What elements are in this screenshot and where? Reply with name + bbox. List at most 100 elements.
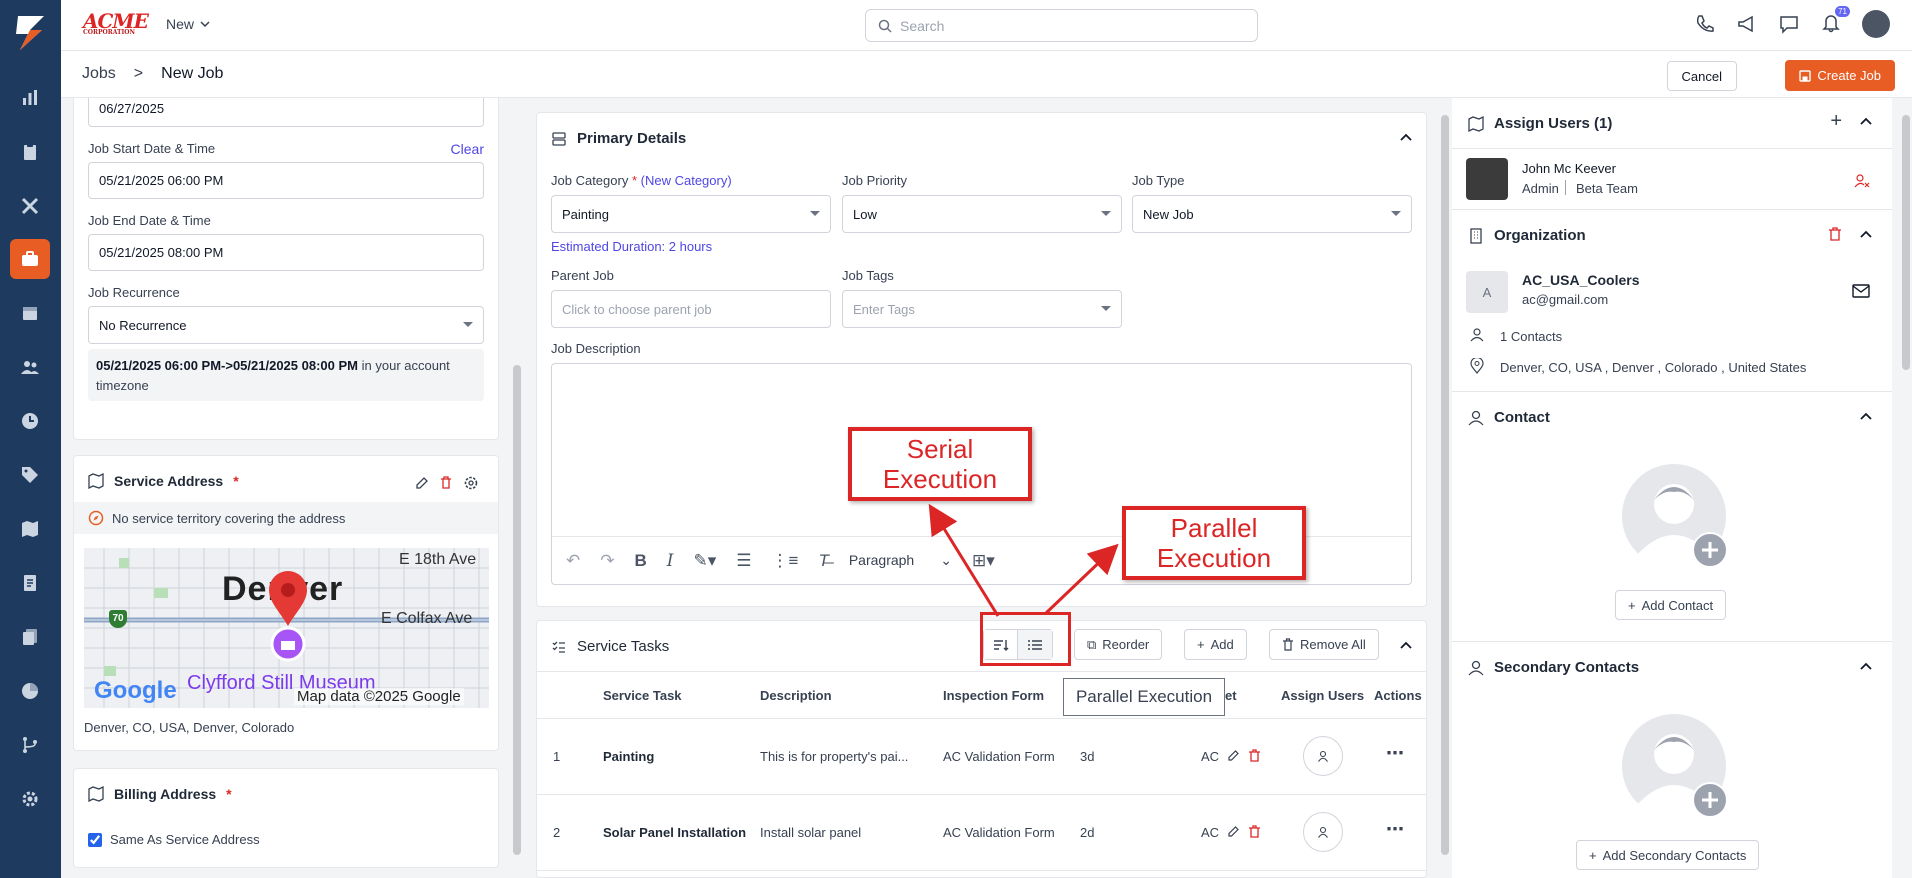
calendar-icon[interactable] xyxy=(10,293,50,333)
table-row[interactable]: 1 Painting This is for property's pai...… xyxy=(537,719,1426,795)
clear-link[interactable]: Clear xyxy=(451,141,484,157)
remove-user-icon[interactable] xyxy=(1854,173,1870,189)
settings-gear-icon[interactable] xyxy=(463,475,479,491)
add-user-plus-icon[interactable]: + xyxy=(1830,110,1842,133)
parallel-execution-annotation: Parallel Execution xyxy=(1122,506,1306,580)
user-icon xyxy=(1318,826,1328,838)
org-email: ac@gmail.com xyxy=(1522,292,1609,307)
users-icon[interactable] xyxy=(10,347,50,387)
edit-pencil-icon[interactable] xyxy=(1227,749,1240,762)
service-address-title: Service Address xyxy=(114,473,224,489)
reorder-button[interactable]: ⧉ Reorder xyxy=(1074,629,1163,660)
tag-icon[interactable] xyxy=(10,455,50,495)
job-description-label: Job Description xyxy=(551,341,641,356)
bullet-list-icon[interactable]: ☰ xyxy=(736,551,751,571)
date-field[interactable]: 06/27/2025 xyxy=(88,98,484,127)
parent-job-field[interactable]: Click to choose parent job xyxy=(551,290,831,328)
start-date-field[interactable]: 05/21/2025 06:00 PM xyxy=(88,162,484,199)
chevron-down-icon xyxy=(1101,306,1111,311)
numbered-list-icon[interactable]: ⋮≡ xyxy=(772,551,799,571)
chevron-up-icon[interactable] xyxy=(1400,641,1412,649)
settings-gear-icon[interactable] xyxy=(10,779,50,819)
clear-format-icon[interactable]: T̶ xyxy=(818,551,828,571)
notifications-button[interactable]: 71 xyxy=(1820,5,1850,37)
paragraph-select[interactable]: Paragraph ⌄ xyxy=(849,552,952,569)
assigned-user-row: John Mc Keever Admin Beta Team xyxy=(1452,149,1892,210)
chevron-up-icon[interactable] xyxy=(1860,230,1872,238)
middle-scrollbar[interactable] xyxy=(1441,115,1449,855)
pie-chart-icon[interactable] xyxy=(10,671,50,711)
map-icon[interactable] xyxy=(10,509,50,549)
recurrence-select[interactable]: No Recurrence xyxy=(88,306,484,344)
cancel-button[interactable]: Cancel xyxy=(1666,61,1737,91)
add-contact-button[interactable]: + Add Contact xyxy=(1615,590,1727,620)
left-scrollbar[interactable] xyxy=(513,365,521,855)
italic-icon[interactable]: I xyxy=(667,551,674,571)
job-priority-select[interactable]: Low xyxy=(842,195,1122,233)
clock-icon[interactable] xyxy=(10,401,50,441)
mail-icon[interactable] xyxy=(1852,284,1870,298)
timezone-note: 05/21/2025 06:00 PM->05/21/2025 08:00 PM… xyxy=(88,349,484,401)
create-job-button[interactable]: Create Job xyxy=(1785,60,1895,91)
table-row[interactable]: 2 Solar Panel Installation Install solar… xyxy=(537,795,1426,871)
megaphone-icon[interactable] xyxy=(1736,13,1758,35)
redo-icon[interactable]: ↷ xyxy=(600,551,614,571)
task-name: Solar Panel Installation xyxy=(603,825,747,840)
clipboard-icon[interactable] xyxy=(10,132,50,172)
highlight-icon[interactable]: ✎▾ xyxy=(694,551,717,571)
add-task-button[interactable]: + Add xyxy=(1184,629,1247,660)
undo-icon[interactable]: ↶ xyxy=(566,551,580,571)
new-dropdown[interactable]: New xyxy=(166,16,210,32)
delete-trash-icon[interactable] xyxy=(1828,227,1842,241)
bold-icon[interactable]: B xyxy=(635,551,647,571)
phone-icon[interactable] xyxy=(1694,13,1716,35)
add-task-label: Add xyxy=(1210,637,1234,652)
table-icon[interactable]: ⊞▾ xyxy=(972,551,995,571)
tools-icon[interactable] xyxy=(10,186,50,226)
job-type-select[interactable]: New Job xyxy=(1132,195,1412,233)
new-category-link[interactable]: (New Category) xyxy=(641,173,732,188)
user-avatar[interactable] xyxy=(1862,10,1890,38)
chat-icon[interactable] xyxy=(1778,13,1800,35)
workflow-icon[interactable] xyxy=(10,725,50,765)
end-date-field[interactable]: 05/21/2025 08:00 PM xyxy=(88,234,484,271)
app-logo-icon[interactable] xyxy=(12,14,48,52)
location-pin-icon xyxy=(1470,358,1484,374)
search-box[interactable] xyxy=(865,9,1258,42)
invoice-icon[interactable] xyxy=(10,563,50,603)
documents-icon[interactable] xyxy=(10,617,50,657)
chevron-up-icon[interactable] xyxy=(1860,412,1872,420)
checklist-icon xyxy=(552,641,565,653)
add-secondary-contacts-button[interactable]: + Add Secondary Contacts xyxy=(1576,840,1760,870)
reports-icon[interactable] xyxy=(10,78,50,118)
job-category-select[interactable]: Painting xyxy=(551,195,831,233)
page-title: New Job xyxy=(161,65,224,82)
chevron-up-icon[interactable] xyxy=(1860,662,1872,670)
job-tags-field[interactable]: Enter Tags xyxy=(842,290,1122,328)
delete-trash-icon[interactable] xyxy=(1248,825,1261,838)
edit-pencil-icon[interactable] xyxy=(1227,825,1240,838)
assign-users-header: Assign Users (1) xyxy=(1468,115,1612,132)
delete-trash-icon[interactable] xyxy=(439,476,453,490)
right-scrollbar[interactable] xyxy=(1902,115,1910,370)
assign-user-button[interactable] xyxy=(1303,812,1343,852)
contact-header: Contact xyxy=(1468,409,1550,426)
more-actions-icon[interactable]: ⋯ xyxy=(1386,743,1404,764)
task-duration: 3d xyxy=(1080,749,1095,764)
search-input[interactable] xyxy=(900,17,1240,34)
delete-trash-icon[interactable] xyxy=(1248,749,1261,762)
chevron-up-icon[interactable] xyxy=(1860,117,1872,125)
same-as-service-checkbox[interactable] xyxy=(88,832,102,847)
more-actions-icon[interactable]: ⋯ xyxy=(1386,819,1404,840)
remove-all-button[interactable]: Remove All xyxy=(1269,629,1379,660)
col-truncated: et xyxy=(1225,688,1237,703)
assign-user-button[interactable] xyxy=(1303,736,1343,776)
jobs-briefcase-icon[interactable] xyxy=(10,239,50,279)
chevron-up-icon[interactable] xyxy=(1400,133,1412,141)
breadcrumb-jobs-link[interactable]: Jobs xyxy=(82,65,116,83)
company-logo[interactable]: ACME CORPORATION xyxy=(83,11,149,36)
chevron-down-icon: ⌄ xyxy=(940,552,952,568)
service-address-map[interactable]: 70 Denver E 18th Ave E Colfax Ave Clyffo… xyxy=(84,548,489,708)
breadcrumb: Jobs > New Job xyxy=(82,65,223,83)
edit-pencil-icon[interactable] xyxy=(415,476,429,490)
